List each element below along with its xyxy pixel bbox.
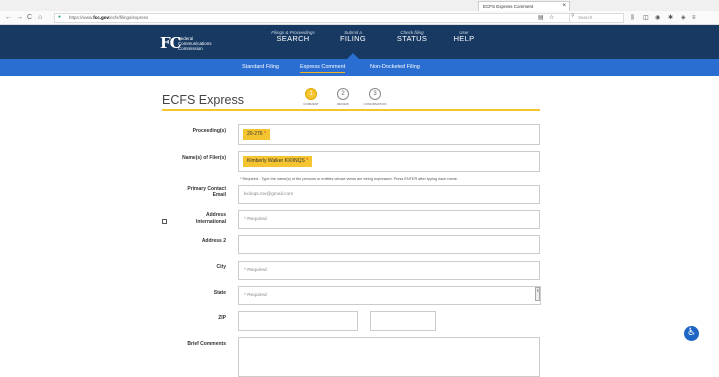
nav-help[interactable]: User HELP: [450, 30, 478, 43]
proceeding-chip[interactable]: 20-276 *: [243, 129, 270, 140]
state-label: State: [213, 290, 226, 296]
search-icon: ⚲: [571, 13, 575, 19]
address2-label: Address 2: [201, 238, 226, 244]
home-icon[interactable]: ⌂: [38, 13, 42, 23]
bookmark-star-icon[interactable]: ☆: [549, 13, 554, 23]
comments-label: Brief Comments: [187, 341, 226, 347]
filers-help-text: * Required - Type the name(s) of the per…: [240, 177, 458, 181]
tab-express-comment[interactable]: Express Comment: [300, 63, 346, 73]
comments-textarea[interactable]: [238, 337, 540, 377]
email-value: kxiinqs.mv@gmail.com: [244, 192, 294, 197]
zip-label: ZIP: [218, 315, 226, 321]
url-path: /ecfs/filings/express: [109, 15, 149, 20]
url-prefix: https://www.: [69, 15, 94, 20]
step-3-label: CONFIRMATION: [363, 102, 387, 106]
filer-chip[interactable]: Kimberly Walker KXIINQS *: [243, 156, 313, 167]
state-select[interactable]: [238, 286, 541, 305]
menu-icon[interactable]: ≡: [692, 13, 696, 23]
step-1-label: COMMENT: [303, 102, 319, 106]
filers-label: Name(s) of Filer(s): [182, 155, 226, 161]
select-arrow-icon[interactable]: ⇕: [535, 287, 540, 301]
fcc-logo-text: Federal Communications Commission: [178, 36, 212, 51]
tab-strip: [0, 0, 719, 11]
address-label: Address: [205, 212, 226, 218]
international-label: International: [195, 219, 226, 225]
city-label: City: [216, 264, 226, 270]
library-icon[interactable]: ⫼: [631, 13, 634, 23]
proceeding-label: Proceeding(s): [192, 128, 226, 134]
nav-search[interactable]: Filings & Proceedings SEARCH: [268, 30, 318, 43]
extension-icon[interactable]: ◉: [655, 13, 660, 23]
browser-tab[interactable]: ECFS Express Comment ×: [478, 1, 570, 11]
city-input[interactable]: [238, 261, 540, 280]
city-placeholder: * Required: [244, 268, 267, 273]
url-domain: fcc.gov: [93, 15, 110, 20]
lock-icon: ●: [58, 14, 62, 20]
address-placeholder: * Required: [244, 217, 267, 222]
tab-title: ECFS Express Comment: [483, 4, 534, 9]
address2-input[interactable]: [238, 235, 540, 254]
sub-navigation: [0, 59, 719, 76]
reload-icon[interactable]: C: [27, 13, 32, 23]
sidebar-icon[interactable]: ◫: [643, 13, 649, 23]
browser-search-input[interactable]: Search: [569, 13, 624, 23]
step-2-indicator: 2: [337, 88, 349, 100]
step-1-indicator: 1: [305, 88, 317, 100]
page-title: ECFS Express: [162, 93, 244, 107]
nav-status[interactable]: Check filing STATUS: [394, 30, 430, 43]
close-tab-icon[interactable]: ×: [562, 2, 566, 11]
email-label: Primary Contact Email: [187, 186, 226, 198]
forward-arrow-icon[interactable]: →: [16, 13, 23, 23]
nav-filing[interactable]: Submit a FILING: [336, 30, 370, 43]
accessibility-icon[interactable]: ♿: [684, 326, 699, 341]
step-2-label: REVIEW: [337, 102, 349, 106]
addon-icon[interactable]: ✱: [668, 13, 673, 23]
zip-input[interactable]: [238, 311, 358, 331]
reader-icon[interactable]: ▤: [538, 13, 544, 23]
back-arrow-icon[interactable]: ←: [5, 13, 12, 23]
tab-non-docketed-filing[interactable]: Non-Docketed Filing: [370, 63, 420, 71]
tab-standard-filing[interactable]: Standard Filing: [242, 63, 279, 71]
address-input[interactable]: [238, 210, 540, 229]
active-indicator: [347, 53, 359, 59]
proceeding-input[interactable]: [238, 124, 540, 145]
step-3-indicator: 3: [369, 88, 381, 100]
title-underline: [162, 109, 540, 111]
zip-extension-input[interactable]: [370, 311, 436, 331]
addon-icon[interactable]: ◈: [681, 13, 686, 23]
search-placeholder: Search: [578, 15, 593, 20]
state-placeholder: * Required: [244, 293, 267, 298]
